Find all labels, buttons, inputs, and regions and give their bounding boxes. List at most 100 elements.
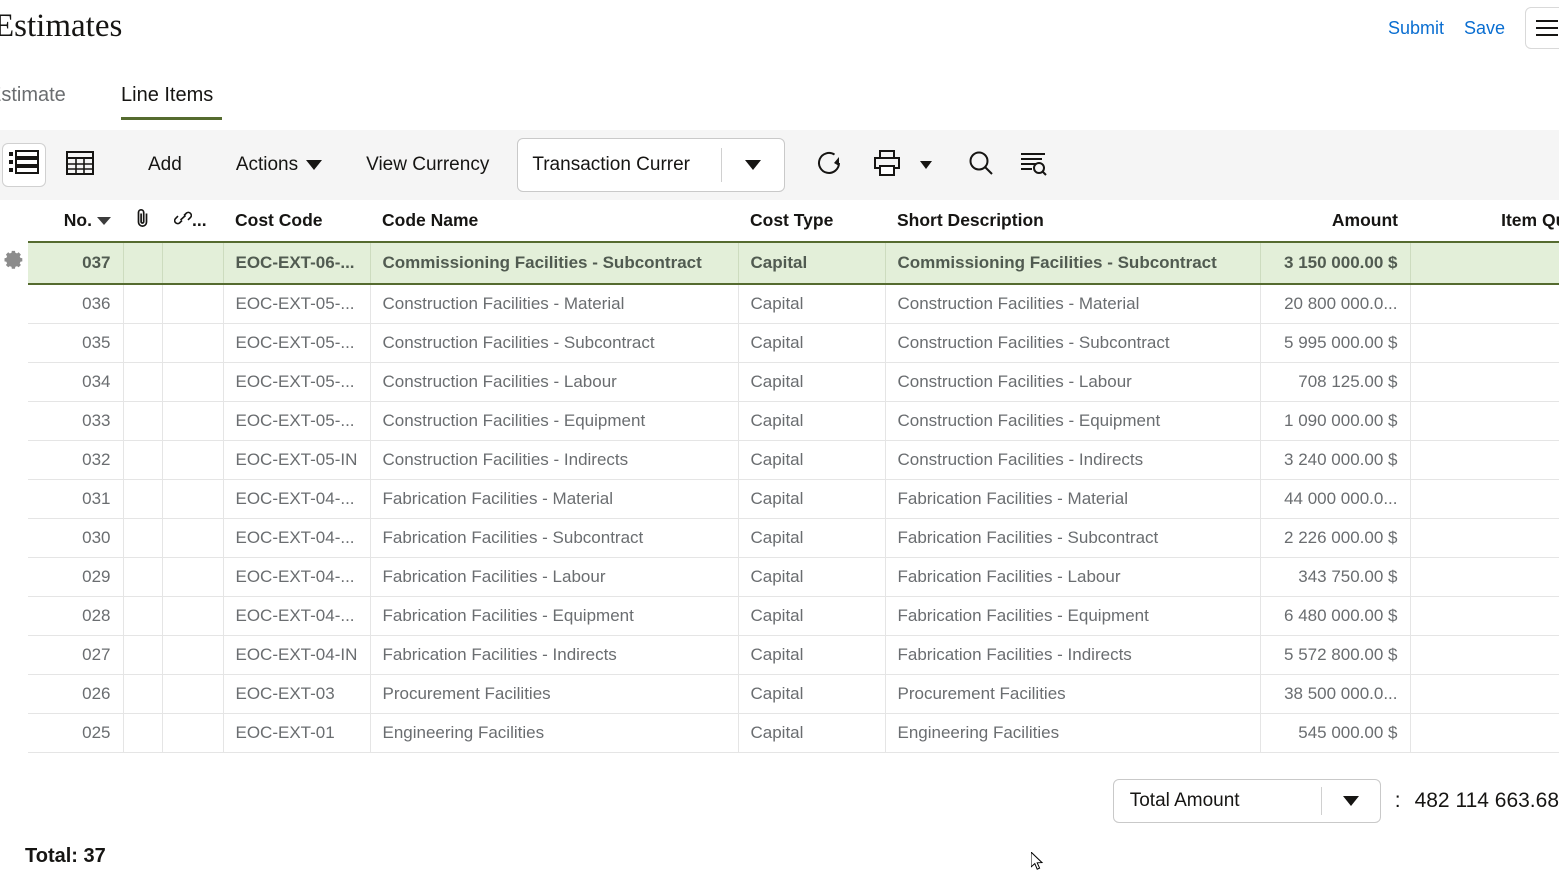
table-cell-amount[interactable]: 2 226 000.00 $ (1260, 518, 1410, 557)
table-cell-item-quantity[interactable] (1410, 518, 1559, 557)
table-cell-attachment[interactable] (123, 674, 162, 713)
table-cell-cost-code[interactable]: EOC-EXT-04-... (223, 557, 370, 596)
table-cell-short-description[interactable]: Engineering Facilities (885, 713, 1260, 752)
table-row[interactable]: 026EOC-EXT-03Procurement FacilitiesCapit… (28, 674, 1559, 713)
table-row[interactable]: 032 EOC-EXT-05-IN Construction Facilities … (28, 440, 1559, 479)
table-row[interactable]: 037EOC-EXT-06-...Commissioning Facilitie… (28, 242, 1559, 284)
table-cell-short-description[interactable]: Construction Facilities - Equipment (885, 401, 1260, 440)
print-button[interactable] (865, 143, 909, 187)
table-cell-link[interactable] (162, 635, 223, 674)
table-cell-cost-type[interactable]: Capital (738, 401, 885, 440)
table-cell-cost-code[interactable]: EOC-EXT-01 (223, 713, 370, 752)
table-cell-attachment[interactable] (123, 323, 162, 362)
currency-select-arrow[interactable] (722, 160, 784, 170)
submit-button[interactable]: Submit (1378, 11, 1454, 45)
table-cell-short-description[interactable]: Construction Facilities - Subcontract (885, 323, 1260, 362)
table-cell-code-name[interactable]: Fabrication Facilities - Subcontract (370, 518, 738, 557)
table-cell-cost-code[interactable]: EOC-EXT-04-IN (223, 635, 370, 674)
table-cell-link[interactable] (162, 713, 223, 752)
table-cell-amount[interactable]: 343 750.00 $ (1260, 557, 1410, 596)
table-cell-cost-type[interactable]: Capital (738, 674, 885, 713)
table-cell-link[interactable] (162, 557, 223, 596)
table-cell-amount[interactable]: 5 995 000.00 $ (1260, 323, 1410, 362)
table-cell-link[interactable] (162, 479, 223, 518)
table-cell-cost-code[interactable]: EOC-EXT-05-... (223, 323, 370, 362)
table-cell-code-name[interactable]: Commissioning Facilities - Subcontract (370, 242, 738, 284)
table-cell-item-quantity[interactable] (1410, 557, 1559, 596)
refresh-button[interactable] (807, 143, 851, 187)
table-cell-code-name[interactable]: Construction Facilities - Material (370, 284, 738, 323)
table-cell-code-name[interactable]: Fabrication Facilities - Material (370, 479, 738, 518)
table-cell-amount[interactable]: 38 500 000.0... (1260, 674, 1410, 713)
table-cell-cost-code[interactable]: EOC-EXT-04-... (223, 518, 370, 557)
table-cell-short-description[interactable]: Fabrication Facilities - Labour (885, 557, 1260, 596)
table-cell-cost-code[interactable]: EOC-EXT-05-IN (223, 440, 370, 479)
table-cell-cost-code[interactable]: EOC-EXT-04-... (223, 479, 370, 518)
print-options-button[interactable] (909, 143, 943, 187)
column-header-code-name[interactable]: Code Name (370, 200, 738, 242)
table-cell-cost-type[interactable]: Capital (738, 440, 885, 479)
table-cell-code-name[interactable]: Fabrication Facilities - Indirects (370, 635, 738, 674)
table-cell-code-name[interactable]: Engineering Facilities (370, 713, 738, 752)
table-cell-amount[interactable]: 708 125.00 $ (1260, 362, 1410, 401)
table-cell-short-description[interactable]: Commissioning Facilities - Subcontract (885, 242, 1260, 284)
totals-metric-select[interactable]: Total Amount (1113, 779, 1381, 823)
table-cell-cost-type[interactable]: Capital (738, 518, 885, 557)
table-cell-no[interactable]: 028 (28, 596, 123, 635)
currency-select[interactable]: Transaction Currer (517, 138, 785, 192)
table-cell-attachment[interactable] (123, 557, 162, 596)
table-cell-no[interactable]: 026 (28, 674, 123, 713)
column-header-cost-code[interactable]: Cost Code (223, 200, 370, 242)
table-cell-attachment[interactable] (123, 635, 162, 674)
add-button[interactable]: Add (138, 148, 192, 182)
table-cell-cost-code[interactable]: EOC-EXT-04-... (223, 596, 370, 635)
table-cell-no[interactable]: 034 (28, 362, 123, 401)
tab-line-items[interactable]: Line Items (121, 72, 213, 130)
column-header-item-quantity[interactable]: Item Qua (1410, 200, 1559, 242)
table-cell-attachment[interactable] (123, 596, 162, 635)
table-cell-attachment[interactable] (123, 362, 162, 401)
table-cell-cost-type[interactable]: Capital (738, 557, 885, 596)
table-cell-short-description[interactable]: Construction Facilities - Labour (885, 362, 1260, 401)
table-row[interactable]: 036EOC-EXT-05-...Construction Facilities… (28, 284, 1559, 323)
table-cell-amount[interactable]: 5 572 800.00 $ (1260, 635, 1410, 674)
table-cell-no[interactable]: 031 (28, 479, 123, 518)
table-cell-code-name[interactable]: Procurement Facilities (370, 674, 738, 713)
table-cell-attachment[interactable] (123, 518, 162, 557)
table-cell-short-description[interactable]: Fabrication Facilities - Equipment (885, 596, 1260, 635)
table-cell-link[interactable] (162, 284, 223, 323)
table-cell-cost-type[interactable]: Capital (738, 362, 885, 401)
table-cell-link[interactable] (162, 674, 223, 713)
table-row[interactable]: 033EOC-EXT-05-...Construction Facilities… (28, 401, 1559, 440)
table-cell-attachment[interactable] (123, 440, 162, 479)
table-cell-attachment[interactable] (123, 242, 162, 284)
column-header-attachment[interactable] (123, 200, 162, 242)
table-cell-amount[interactable]: 20 800 000.0... (1260, 284, 1410, 323)
table-cell-code-name[interactable]: Fabrication Facilities - Labour (370, 557, 738, 596)
table-cell-no[interactable]: 032 (28, 440, 123, 479)
table-cell-item-quantity[interactable] (1410, 401, 1559, 440)
table-cell-short-description[interactable]: Construction Facilities - Indirects (885, 440, 1260, 479)
table-cell-amount[interactable]: 545 000.00 $ (1260, 713, 1410, 752)
table-cell-item-quantity[interactable] (1410, 440, 1559, 479)
table-cell-cost-type[interactable]: Capital (738, 323, 885, 362)
table-cell-link[interactable] (162, 440, 223, 479)
table-cell-item-quantity[interactable] (1410, 635, 1559, 674)
table-cell-link[interactable] (162, 242, 223, 284)
table-cell-no[interactable]: 030 (28, 518, 123, 557)
actions-menu-button[interactable]: Actions (230, 148, 328, 182)
list-view-toggle[interactable] (2, 143, 46, 187)
table-cell-cost-type[interactable]: Capital (738, 479, 885, 518)
table-row[interactable]: 034EOC-EXT-05-...Construction Facilities… (28, 362, 1559, 401)
column-header-no[interactable]: No. (28, 200, 123, 242)
table-cell-cost-code[interactable]: EOC-EXT-05-... (223, 401, 370, 440)
table-row[interactable]: 030 EOC-EXT-04-...Fabrication Facilities … (28, 518, 1559, 557)
table-row[interactable]: 029EOC-EXT-04-...Fabrication Facilities … (28, 557, 1559, 596)
filter-settings-button[interactable] (1011, 143, 1055, 187)
table-cell-amount[interactable]: 3 150 000.00 $ (1260, 242, 1410, 284)
table-cell-item-quantity[interactable] (1410, 674, 1559, 713)
table-cell-link[interactable] (162, 401, 223, 440)
table-cell-short-description[interactable]: Procurement Facilities (885, 674, 1260, 713)
table-cell-attachment[interactable] (123, 713, 162, 752)
table-cell-no[interactable]: 025 (28, 713, 123, 752)
